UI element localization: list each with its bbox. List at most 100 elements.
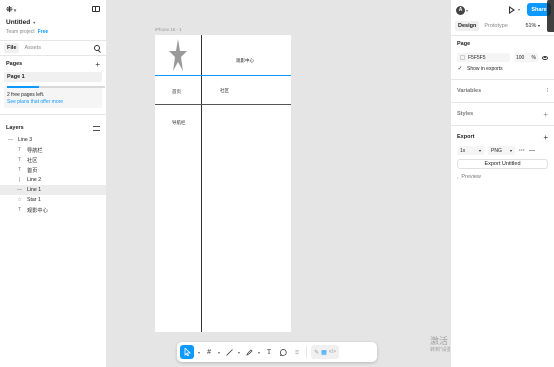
page-item[interactable]: Page 1	[4, 72, 102, 82]
export-label: Export	[457, 134, 475, 140]
chevron-down-icon[interactable]: ▾	[238, 350, 240, 355]
layer-name: 社区	[27, 157, 38, 164]
text-center[interactable]: 观影中心	[236, 58, 254, 64]
figma-menu-button[interactable]: ⁜▾	[6, 5, 16, 14]
layer-row[interactable]: | Line 2	[0, 175, 106, 185]
dev-mode-icon[interactable]: </>	[329, 349, 336, 355]
chevron-down-icon[interactable]: ▾	[198, 350, 200, 355]
layer-type-icon: ☆	[17, 197, 22, 203]
export-button[interactable]: Export Untitled	[457, 159, 548, 169]
page-opacity-value[interactable]: 100	[516, 55, 524, 61]
layer-type-icon: —	[17, 187, 22, 193]
star-shape[interactable]	[169, 39, 187, 71]
text-icon: T	[266, 348, 272, 356]
layer-name: 首页	[27, 167, 38, 174]
chevron-down-icon: ▾	[478, 148, 481, 153]
layer-row[interactable]: T 导航栏	[0, 145, 106, 155]
layer-row[interactable]: — Line 1	[0, 185, 106, 195]
export-scale-select[interactable]: 1x ▾	[457, 146, 484, 155]
collapse-layers-icon[interactable]	[93, 125, 100, 131]
tab-assets[interactable]: Assets	[21, 43, 44, 53]
frame-tool-button[interactable]: #	[204, 345, 214, 359]
add-export-icon[interactable]: +	[543, 133, 548, 142]
layer-row[interactable]: T 观影中心	[0, 205, 106, 215]
layer-name: Line 1	[27, 187, 42, 193]
export-section: Export + 1x ▾ PNG ▾ ··· — Export Untitle…	[451, 129, 554, 183]
zoom-value: 51%	[525, 23, 537, 29]
checkmark-icon[interactable]: ✓	[457, 65, 463, 72]
team-name: Team project	[6, 28, 35, 35]
more-options-icon[interactable]: ···	[519, 148, 525, 154]
layer-row[interactable]: T 社区	[0, 155, 106, 165]
show-in-exports-row[interactable]: ✓ Show in exports	[457, 63, 548, 74]
plan-badge[interactable]: Free	[38, 29, 49, 35]
export-header: Export +	[457, 129, 548, 145]
tab-design[interactable]: Design	[455, 21, 480, 31]
right-panel: A ▾ ▾ Share Design Prototype 51% ▾ Page …	[450, 0, 554, 367]
comment-tool-button[interactable]	[278, 345, 288, 359]
styles-header: Styles +	[457, 106, 548, 122]
divider	[451, 79, 554, 80]
add-page-icon[interactable]: +	[95, 60, 100, 69]
layer-type-icon: T	[17, 207, 22, 213]
frame-label[interactable]: iPhone 16 - 1	[155, 27, 182, 32]
layer-row[interactable]: T 首页	[0, 165, 106, 175]
document-title[interactable]: Untitled ▾	[0, 18, 106, 27]
search-icon[interactable]	[94, 45, 100, 51]
text-navbar[interactable]: 导航栏	[172, 120, 186, 126]
move-tool-button[interactable]	[180, 345, 194, 359]
line-3[interactable]	[155, 104, 291, 105]
layer-row[interactable]: ☆ Star 1	[0, 195, 106, 205]
design-mode-icon[interactable]: ▦	[321, 349, 327, 356]
color-swatch[interactable]	[460, 55, 465, 60]
avatar[interactable]: A	[456, 5, 465, 15]
layer-name: Line 2	[27, 177, 42, 183]
project-info: Team project Free	[0, 27, 106, 36]
text-tool-button[interactable]: T	[264, 345, 274, 359]
pen-tool-button[interactable]	[244, 345, 254, 359]
pages-limit-notice: 2 free pages left. See plans that offer …	[4, 86, 105, 108]
draw-mode-icon[interactable]: ✎	[314, 349, 319, 356]
actions-button[interactable]: ⁝⁝	[292, 345, 302, 359]
divider	[451, 125, 554, 126]
present-icon-inner	[510, 7, 513, 12]
left-tabs: File Assets	[0, 41, 106, 55]
layer-row[interactable]: — Line 3	[0, 135, 106, 145]
page-color-value[interactable]: F5F5F5	[468, 55, 486, 61]
text-community[interactable]: 社区	[220, 88, 229, 94]
line-2[interactable]	[201, 35, 202, 332]
layer-name: Line 3	[18, 137, 33, 143]
preview-toggle[interactable]: › Preview	[457, 171, 548, 183]
page-color-field[interactable]: F5F5F5	[457, 53, 510, 62]
text-home[interactable]: 首页	[172, 89, 181, 95]
tab-file[interactable]: File	[4, 43, 20, 53]
eye-icon[interactable]	[542, 55, 548, 60]
page-fill-row: F5F5F5 100 %	[457, 52, 548, 63]
layer-name: 导航栏	[27, 147, 43, 154]
page-opacity-field[interactable]: 100 %	[514, 53, 538, 62]
left-panel-header: ⁜▾	[0, 0, 106, 18]
add-style-icon[interactable]: +	[543, 110, 548, 119]
export-settings-row: 1x ▾ PNG ▾ ··· —	[457, 145, 548, 156]
variables-section: Variables ⫶	[451, 83, 554, 99]
chevron-down-icon[interactable]: ▾	[218, 350, 220, 355]
chevron-down-icon[interactable]: ▾	[258, 350, 260, 355]
page-label: Page	[457, 41, 471, 47]
line-1-selected[interactable]	[155, 75, 291, 76]
layer-type-icon: T	[17, 157, 22, 163]
zoom-level[interactable]: 51% ▾	[525, 23, 540, 29]
iphone-frame[interactable]: 观影中心 首页 社区 导航栏	[155, 35, 291, 332]
layer-name: 观影中心	[27, 207, 48, 214]
export-format-select[interactable]: PNG ▾	[488, 146, 515, 155]
see-plans-link[interactable]: See plans that offer more	[7, 99, 99, 105]
page-section-header: Page	[457, 36, 548, 52]
line-tool-button[interactable]	[224, 345, 234, 359]
comment-icon	[279, 348, 287, 356]
tab-prototype[interactable]: Prototype	[481, 21, 511, 31]
toggle-sidebar-icon[interactable]	[92, 6, 100, 12]
remove-export-icon[interactable]: —	[529, 148, 535, 154]
chevron-down-icon[interactable]: ▾	[466, 8, 468, 13]
chevron-down-icon[interactable]: ▾	[518, 7, 520, 12]
export-format-value: PNG	[491, 147, 502, 154]
sliders-icon[interactable]: ⫶	[547, 88, 548, 94]
